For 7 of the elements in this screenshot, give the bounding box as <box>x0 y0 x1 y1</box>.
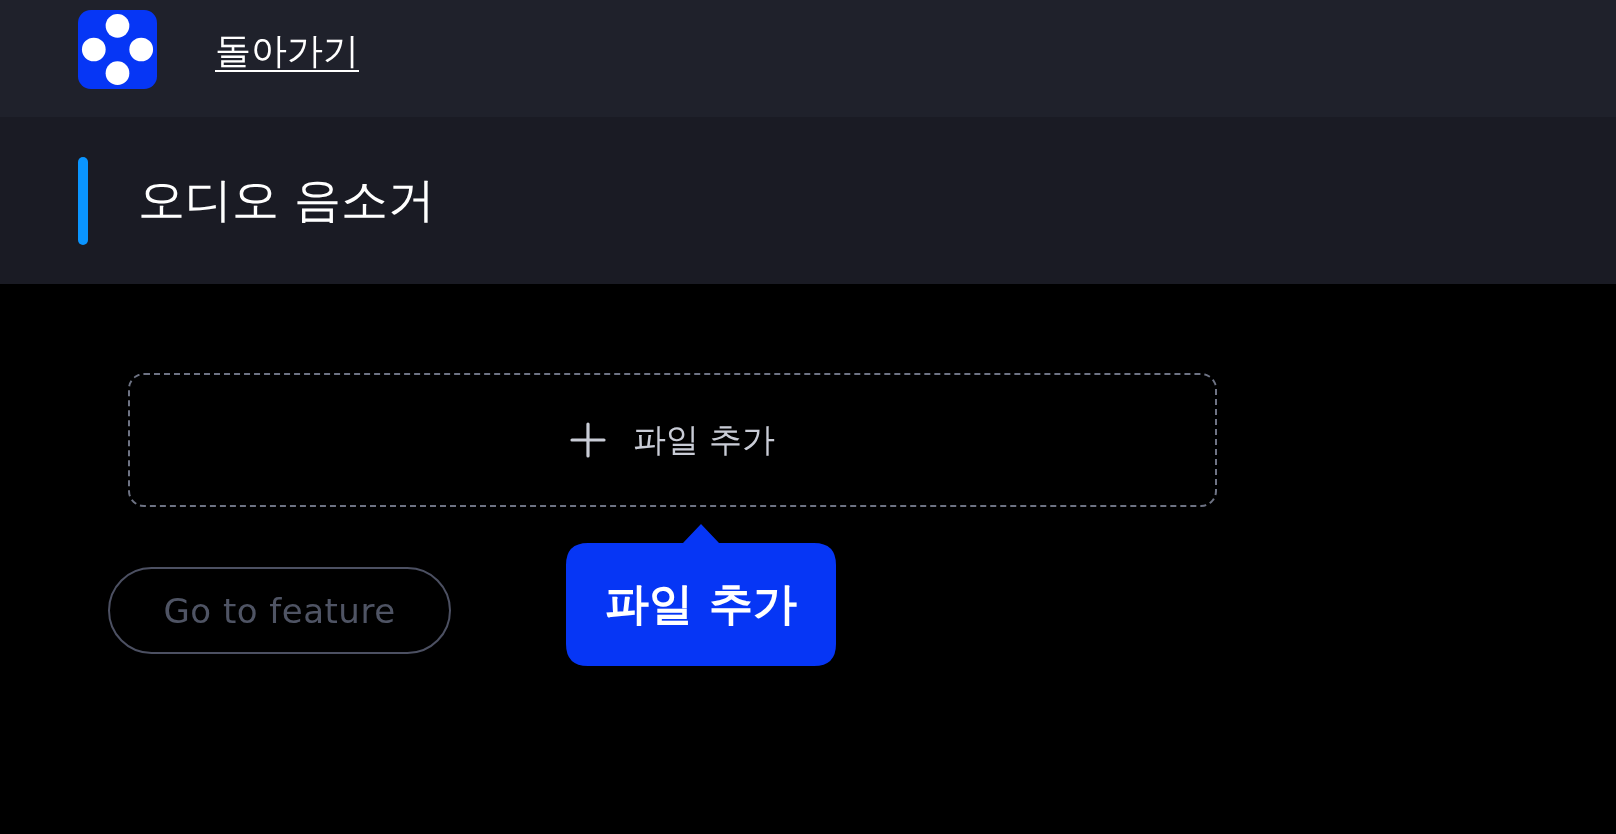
back-link[interactable]: 돌아가기 <box>215 26 359 76</box>
logo-icon[interactable] <box>78 9 157 89</box>
tooltip-text: 파일 추가 <box>605 577 797 631</box>
file-dropzone[interactable]: 파일 추가 <box>128 373 1217 507</box>
dropzone-label: 파일 추가 <box>632 418 776 461</box>
plus-icon <box>569 422 606 458</box>
page-title: 오디오 음소거 <box>138 171 435 229</box>
